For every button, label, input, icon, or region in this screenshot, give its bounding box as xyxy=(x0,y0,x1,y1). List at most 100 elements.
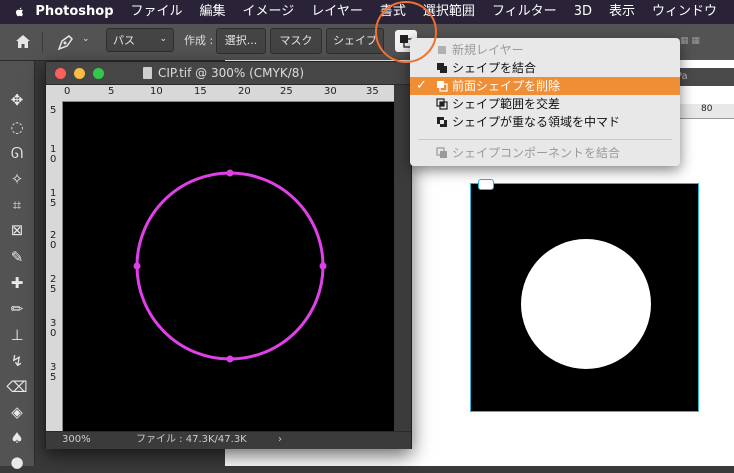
ruler-label: 30 xyxy=(324,86,337,97)
ruler-label: 3 5 xyxy=(50,362,57,383)
new-layer-icon xyxy=(438,46,446,54)
zoom-level[interactable]: 300% xyxy=(62,432,91,448)
document-window[interactable]: CIP.tif @ 300% (CMYK/8) 0 5 10 15 20 25 … xyxy=(45,61,412,449)
document-file-icon xyxy=(143,67,152,79)
menu-filter[interactable]: フィルター xyxy=(492,0,557,24)
menu-item-exclude-overlapping-shapes[interactable]: シェイプが重なる領域を中マド xyxy=(410,113,680,131)
clone-stamp-tool-icon[interactable]: ⊥ xyxy=(6,324,28,346)
make-label: 作成 : xyxy=(184,34,214,47)
ruler-label: 25 xyxy=(280,86,293,97)
status-menu-arrow[interactable]: › xyxy=(278,432,282,448)
white-circle xyxy=(521,239,651,369)
annotation-highlight-ring xyxy=(375,1,437,63)
apple-icon[interactable] xyxy=(14,4,25,20)
vertical-ruler[interactable]: 5 1 0 1 5 2 0 2 5 3 0 3 5 xyxy=(46,101,63,431)
ruler-label: 80 xyxy=(701,104,713,114)
circle-path[interactable] xyxy=(135,171,325,361)
ruler-label: 20 xyxy=(238,86,251,97)
menu-item-subtract-front-shape[interactable]: ✓ 前面シェイプを削除 xyxy=(410,77,680,95)
ruler-label: 35 xyxy=(366,86,379,97)
anchor-point[interactable] xyxy=(133,262,141,270)
menu-window[interactable]: ウィンドウ xyxy=(652,0,717,24)
intersect-shape-areas-icon xyxy=(436,98,448,110)
exclude-overlapping-shapes-icon xyxy=(437,117,447,127)
anchor-point[interactable] xyxy=(226,169,234,177)
ruler-label: 1 5 xyxy=(50,188,57,209)
selection-button[interactable]: 選択... xyxy=(216,28,266,54)
menu-view[interactable]: 表示 xyxy=(609,0,635,24)
menu-item-label: シェイプ範囲を交差 xyxy=(452,97,561,111)
mask-button[interactable]: マスク xyxy=(270,28,322,54)
menu-bar: Photoshop ファイル 編集 イメージ レイヤー 書式 選択範囲 フィルタ… xyxy=(0,0,734,24)
menu-item-label: シェイプが重なる領域を中マド xyxy=(452,115,621,129)
frame-tool-icon[interactable]: ⊠ xyxy=(6,219,28,241)
menu-item-label: 前面シェイプを削除 xyxy=(452,79,561,93)
crop-tool-icon[interactable]: ⌗ xyxy=(6,194,28,216)
pen-tool-icon[interactable] xyxy=(56,32,76,52)
ruler-label: 1 0 xyxy=(50,144,57,165)
eyedropper-tool-icon[interactable]: ✎ xyxy=(6,246,28,268)
menu-image[interactable]: イメージ xyxy=(243,0,295,24)
menu-item-combine-shapes[interactable]: シェイプを結合 xyxy=(410,59,680,77)
horizontal-ruler[interactable]: 0 5 10 15 20 25 30 35 xyxy=(62,85,394,102)
eraser-tool-icon[interactable]: ⌫ xyxy=(6,376,28,398)
menu-item-label: シェイプコンポーネントを結合 xyxy=(452,146,621,160)
combine-shapes-icon xyxy=(437,63,447,73)
paint-bucket-tool-icon[interactable]: ◈ xyxy=(6,401,28,423)
minimize-button[interactable] xyxy=(74,68,85,79)
lasso-tool-icon[interactable]: ᘏ xyxy=(6,142,28,164)
move-tool-icon[interactable]: ✥ xyxy=(6,89,28,111)
menu-file[interactable]: ファイル xyxy=(131,0,183,24)
blur-tool-icon[interactable]: ♠ xyxy=(6,427,28,449)
document-canvas[interactable] xyxy=(63,102,394,431)
document-status-bar: 300% ファイル : 47.3K/47.3K › xyxy=(46,431,411,449)
menu-separator xyxy=(418,139,672,140)
menu-3d[interactable]: 3D xyxy=(574,0,592,24)
ruler-label: 3 0 xyxy=(50,318,57,339)
partial-options: ▦ ▦ xyxy=(680,36,700,46)
anchor-point[interactable] xyxy=(226,355,234,363)
ruler-label: 5 xyxy=(108,86,115,97)
close-button[interactable] xyxy=(55,68,66,79)
menu-item-label: シェイプを結合 xyxy=(452,61,537,75)
divider xyxy=(42,32,43,52)
result-shape[interactable] xyxy=(470,183,699,412)
ruler-origin[interactable] xyxy=(46,85,62,101)
marquee-tool-icon[interactable]: ◌ xyxy=(6,116,28,138)
healing-brush-tool-icon[interactable]: ✚ xyxy=(6,272,28,294)
document-title-bar[interactable]: CIP.tif @ 300% (CMYK/8) xyxy=(46,62,411,85)
menu-layer[interactable]: レイヤー xyxy=(311,0,363,24)
menu-item-new-layer[interactable]: 新規レイヤー xyxy=(410,41,680,59)
document-title: CIP.tif @ 300% (CMYK/8) xyxy=(158,66,305,80)
dodge-tool-icon[interactable]: ● xyxy=(6,451,28,473)
link-icon xyxy=(478,179,494,190)
ruler-label: 15 xyxy=(194,86,207,97)
menu-item-label: 新規レイヤー xyxy=(452,43,524,57)
menu-photoshop[interactable]: Photoshop xyxy=(35,0,113,24)
home-icon[interactable] xyxy=(14,33,32,51)
zoom-button[interactable] xyxy=(93,68,104,79)
ruler-label: 10 xyxy=(150,86,163,97)
path-operations-menu: 新規レイヤー シェイプを結合 ✓ 前面シェイプを削除 シェイプ範囲を交差 シェイ… xyxy=(410,38,680,166)
file-size-info: ファイル : 47.3K/47.3K xyxy=(136,434,247,445)
mode-value: パス xyxy=(113,34,135,47)
anchor-point[interactable] xyxy=(319,262,327,270)
subtract-front-shape-icon xyxy=(437,81,448,92)
checkmark-icon: ✓ xyxy=(416,78,427,93)
merge-shape-components-icon xyxy=(436,147,447,158)
tools-panel: ✥ ◌ ᘏ ✧ ⌗ ⊠ ✎ ✚ ✏ ⊥ ↯ ⌫ ◈ ♠ ● xyxy=(0,61,35,471)
ruler-label: 0 xyxy=(64,86,71,97)
chevron-down-icon: ⌄ xyxy=(159,34,167,44)
brush-tool-icon[interactable]: ✏ xyxy=(6,298,28,320)
history-brush-tool-icon[interactable]: ↯ xyxy=(6,350,28,372)
menu-edit[interactable]: 編集 xyxy=(200,0,226,24)
path-layer xyxy=(133,169,327,363)
mode-select[interactable]: パス ⌄ xyxy=(106,28,174,52)
magic-wand-tool-icon[interactable]: ✧ xyxy=(6,168,28,190)
ruler-label: 5 xyxy=(50,105,57,116)
menu-item-intersect-shape-areas[interactable]: シェイプ範囲を交差 xyxy=(410,95,680,113)
ruler-label: 2 0 xyxy=(50,230,57,251)
chevron-down-icon[interactable]: ⌄ xyxy=(82,34,90,44)
menu-item-merge-shape-components[interactable]: シェイプコンポーネントを結合 xyxy=(410,144,680,162)
ruler-label: 2 5 xyxy=(50,274,57,295)
